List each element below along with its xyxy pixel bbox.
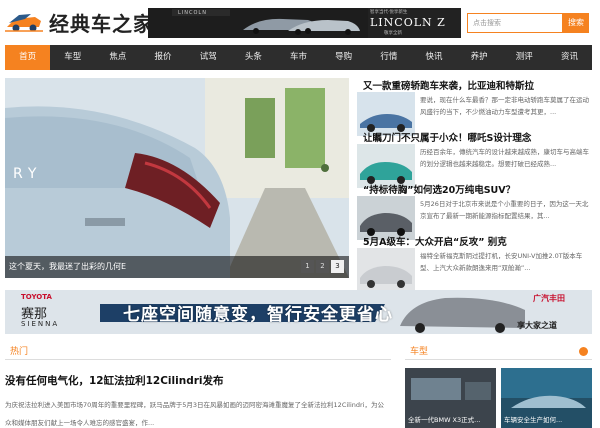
slider-page-2[interactable]: 2 — [316, 260, 329, 273]
news-item[interactable]: 让瞩刀门不只属于小众！哪吒S设计理念 历经百余年，傳统汽车的设计越来越成熟，康切… — [357, 130, 597, 188]
site-logo[interactable]: 经典车之家 — [5, 7, 154, 37]
ad-toyota-logo: TOYOTA — [21, 293, 52, 301]
main-nav: 首页 车型 焦点 报价 试驾 头条 车市 导购 行情 快讯 养护 测评 资讯 — [5, 45, 592, 70]
search-input[interactable]: 点击搜索 — [467, 13, 563, 33]
nav-item-headlines[interactable]: 头条 — [231, 45, 276, 70]
more-arrow-icon[interactable] — [579, 347, 588, 356]
news-thumb — [357, 248, 415, 292]
nav-item-guide[interactable]: 导购 — [321, 45, 366, 70]
model-caption: 全新一代BMW X3正式... — [408, 416, 481, 424]
slide-badge: RY — [13, 166, 43, 182]
nav-item-prices[interactable]: 报价 — [140, 45, 185, 70]
news-item[interactable]: “持标待胸”如何选20万纯电SUV？ 5月26日对于北京市来说是个小重要的日子，… — [357, 182, 597, 240]
models-section-header: 车型 — [405, 344, 592, 360]
slider-page-3[interactable]: 3 — [331, 260, 344, 273]
news-title[interactable]: “持标待胸”如何选20万纯电SUV？ — [363, 182, 515, 196]
nav-item-models[interactable]: 车型 — [50, 45, 95, 70]
slider-page-1[interactable]: 1 — [301, 260, 314, 273]
model-caption: 车辆安全生产如何... — [504, 416, 563, 424]
models-section-title[interactable]: 车型 — [410, 344, 428, 357]
nav-item-quotes[interactable]: 行情 — [366, 45, 411, 70]
nav-item-focus[interactable]: 焦点 — [95, 45, 140, 70]
news-item[interactable]: 5月A级车：大众开启“反攻” 别克 福特全新福克斯阴过提打机，长安UNI-V加推… — [357, 234, 597, 292]
model-card[interactable]: 车辆安全生产如何... — [501, 368, 592, 428]
news-title[interactable]: 又一款重磅轿跑车来袭，比亚迪和特斯拉 — [363, 78, 534, 92]
news-desc: 5月26日对于北京市来说是个小重要的日子，因为这一天北京宣布了最新一期新能源指标… — [420, 200, 589, 220]
slider-pagination: 1 2 3 — [299, 260, 344, 273]
ad-dealer: 广汽丰田 — [533, 294, 565, 303]
ad-brand-left: LINCOLN — [178, 10, 207, 16]
nav-item-home[interactable]: 首页 — [5, 45, 51, 70]
nav-item-maintenance[interactable]: 养护 — [457, 45, 502, 70]
page: 经典车之家 LINCOLN 智享当代·悦享新生 LINCOLN Z 敬享全新 点… — [0, 0, 600, 428]
ad-model-en: SIENNA — [21, 320, 60, 328]
top-ad-banner[interactable]: LINCOLN 智享当代·悦享新生 LINCOLN Z 敬享全新 — [148, 8, 461, 38]
headline-slider[interactable]: RY 这个夏天，我最迷了出彩的几何E 1 2 3 — [5, 78, 349, 278]
news-item[interactable]: 又一款重磅轿跑车来袭，比亚迪和特斯拉 要说，现在什么车最香？那一定非电动轿跑车莫… — [357, 78, 597, 136]
nav-item-test-drive[interactable]: 试驾 — [186, 45, 231, 70]
news-title[interactable]: 让瞩刀门不只属于小众！哪吒S设计理念 — [363, 130, 531, 144]
hot-headline[interactable]: 没有任何电气化，12缸法拉利12Cilindri发布 — [5, 373, 224, 388]
hot-section-title[interactable]: 热门 — [10, 344, 28, 357]
ad-sub: 敬享全新 — [384, 31, 402, 36]
site-name: 经典车之家 — [49, 11, 154, 36]
search-button[interactable]: 搜索 — [563, 13, 589, 33]
nav-item-info[interactable]: 资讯 — [547, 45, 592, 70]
ad-tagline: 智享当代·悦享新生 — [370, 10, 408, 15]
nav-item-reviews[interactable]: 测评 — [502, 45, 547, 70]
slide-caption[interactable]: 这个夏天，我最迷了出彩的几何E — [5, 256, 349, 278]
hot-desc: 为庆祝法拉利进入美国市场70周年的重要里程碑，跃马品牌于5月3日在风暴如画的迈阿… — [5, 401, 384, 427]
logo-car-icon — [5, 14, 43, 32]
ad-promo: 享大家之道 — [517, 321, 557, 330]
nav-item-market[interactable]: 车市 — [276, 45, 321, 70]
news-desc: 历经百余年，傳统汽车的设计越来越成熟，康切车与高端车的划分逻辑也越来越稳定。想要… — [420, 148, 589, 168]
news-desc: 要说，现在什么车最香？那一定非电动轿跑车莫属了在运动风盛行的当下，不少燃油动力车… — [420, 96, 589, 116]
nav-item-flash[interactable]: 快讯 — [411, 45, 456, 70]
news-desc: 福特全新福克斯阴过提打机，长安UNI-V加推2.0T版本车型、上汽大众新款朗逸来… — [420, 252, 583, 272]
ad-brand-right: LINCOLN Z — [370, 16, 446, 29]
slide-car-photo — [5, 78, 349, 278]
header: 经典车之家 LINCOLN 智享当代·悦享新生 LINCOLN Z 敬享全新 点… — [0, 0, 600, 44]
hot-section-header: 热门 — [5, 344, 391, 360]
ad-slogan: 七座空间随意变，智行安全更省心 — [123, 305, 393, 325]
toyota-sienna-ad[interactable]: TOYOTA 赛那 SIENNA 七座空间随意变，智行安全更省心 广汽丰田 享大… — [5, 290, 592, 334]
news-title[interactable]: 5月A级车：大众开启“反攻” 别克 — [363, 234, 507, 248]
model-card[interactable]: 全新一代BMW X3正式... — [405, 368, 496, 428]
